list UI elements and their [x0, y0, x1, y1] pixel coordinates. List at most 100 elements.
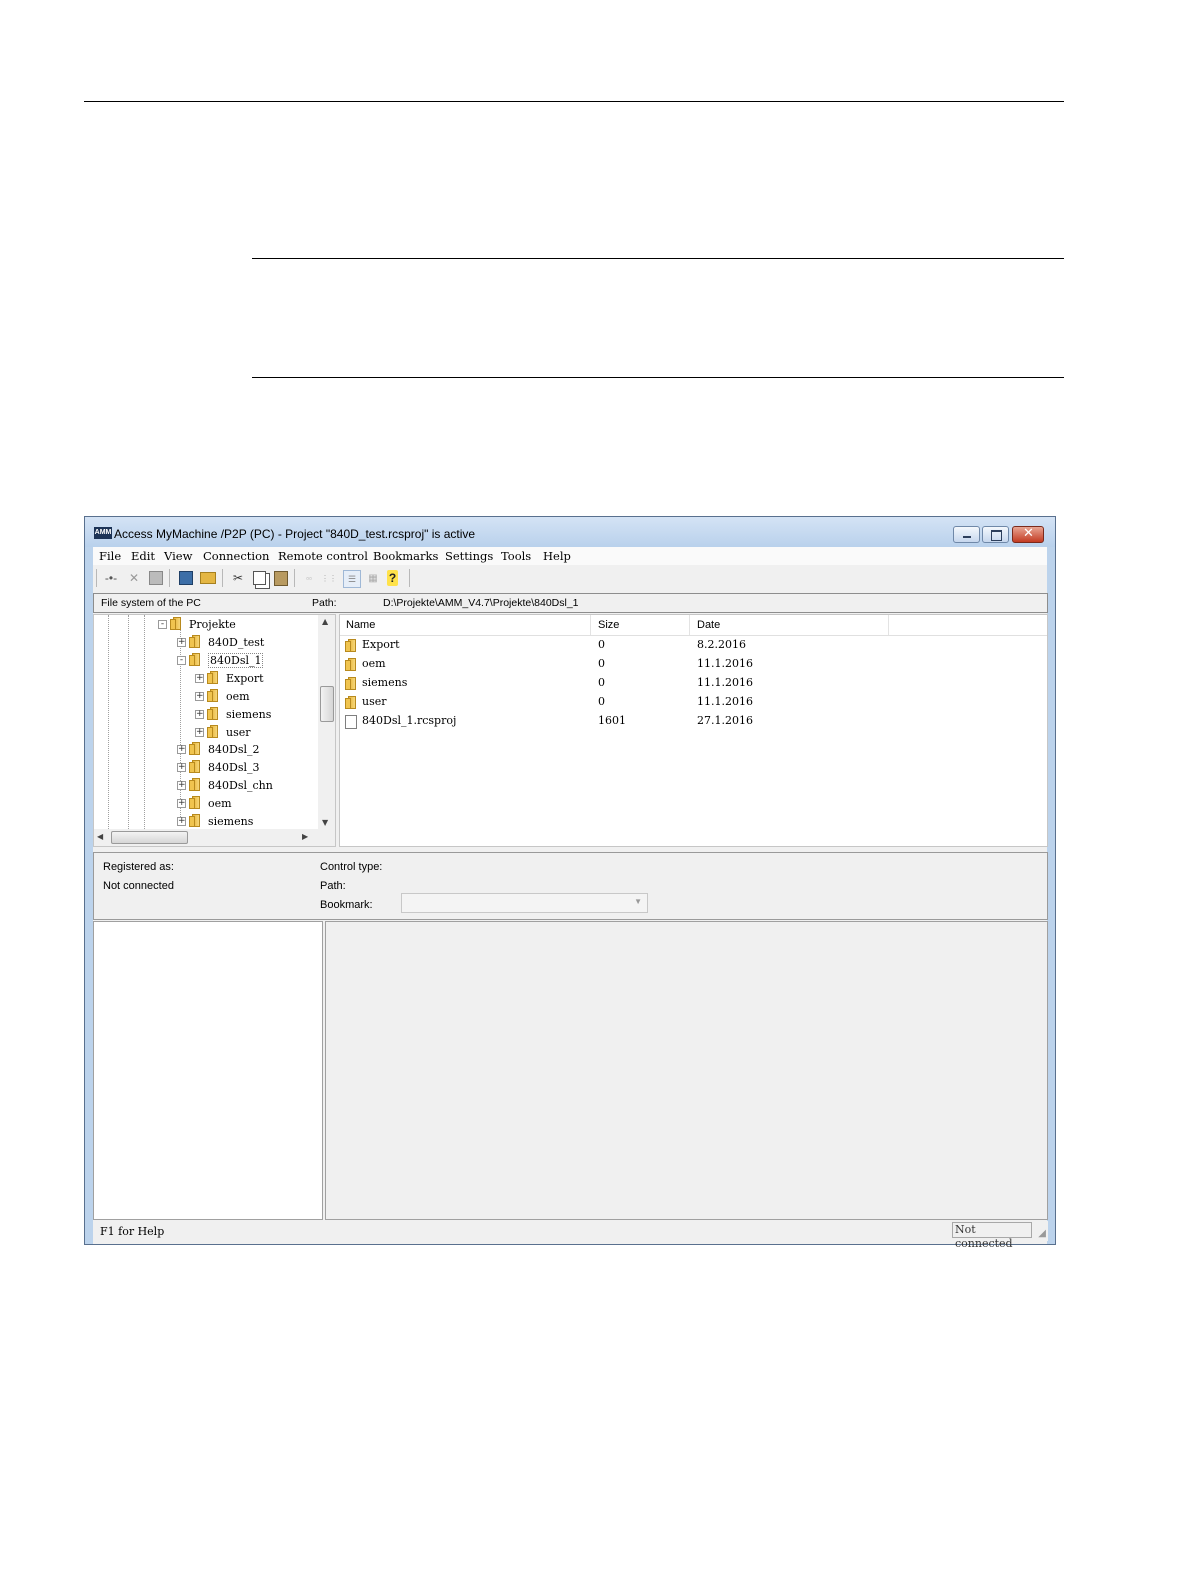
properties-icon[interactable] — [178, 570, 194, 586]
column-divider[interactable] — [689, 615, 690, 635]
collapse-icon[interactable]: - — [177, 655, 186, 665]
tree-guides — [108, 615, 169, 831]
menu-connection[interactable]: Connection — [203, 549, 269, 563]
menu-help[interactable]: Help — [543, 549, 571, 563]
title-bar[interactable]: AMM Access MyMachine /P2P (PC) - Project… — [85, 517, 1055, 547]
details-view-icon[interactable]: ▦ — [365, 570, 381, 586]
bookmark-select[interactable]: ▼ — [401, 893, 648, 913]
save-icon[interactable] — [148, 570, 164, 586]
scroll-down-icon[interactable]: ▼ — [322, 818, 328, 827]
tree-item-oem-root[interactable]: + oem — [177, 795, 232, 811]
disconnect-icon[interactable]: ✕ — [126, 570, 142, 586]
scroll-left-icon[interactable]: ◀ — [97, 832, 103, 841]
list-view-icon[interactable]: ☰ — [343, 570, 361, 588]
list-item[interactable]: 840Dsl_1.rcsproj 1601 27.1.2016 — [345, 712, 1047, 731]
status-help-text: F1 for Help — [100, 1225, 165, 1238]
list-item[interactable]: user 0 11.1.2016 — [345, 693, 1047, 712]
menu-edit[interactable]: Edit — [131, 549, 155, 563]
column-divider[interactable] — [888, 615, 889, 635]
tree-item-oem[interactable]: + oem — [195, 688, 250, 704]
folder-icon — [345, 638, 359, 653]
tree-vertical-scrollbar[interactable]: ▲ ▼ — [318, 615, 335, 829]
list-item[interactable]: Export 0 8.2.2016 — [345, 636, 1047, 655]
tree-item-840dsl-3[interactable]: +840Dsl_3 — [177, 759, 259, 775]
tree-item-840dsl-chn[interactable]: +840Dsl_chn — [177, 777, 273, 793]
expand-icon[interactable]: + — [177, 744, 186, 754]
menu-file[interactable]: File — [99, 549, 121, 563]
folder-icon — [170, 617, 184, 631]
list-item[interactable]: siemens 0 11.1.2016 — [345, 674, 1047, 693]
scroll-thumb[interactable] — [111, 831, 188, 844]
menu-view[interactable]: View — [164, 549, 192, 563]
tree-item-siemens[interactable]: + siemens — [195, 706, 271, 722]
status-connection: Not connected — [952, 1222, 1032, 1250]
window-title: Access MyMachine /P2P (PC) - Project "84… — [114, 527, 476, 541]
folder-tree[interactable]: - Projekte +840D_test - 840Dsl_1 + Export +… — [93, 614, 336, 847]
control-type-label: Control type: — [320, 861, 383, 873]
expand-icon[interactable]: + — [177, 780, 186, 790]
large-icons-icon[interactable]: ▫▫ — [301, 570, 317, 586]
folder-icon — [189, 796, 203, 810]
toolbar-separator — [409, 569, 410, 587]
file-list[interactable]: Name Size Date Export 0 8.2.2016 oem 0 1… — [339, 614, 1048, 847]
tree-item-840d-test[interactable]: +840D_test — [177, 634, 264, 650]
scroll-right-icon[interactable]: ▶ — [302, 832, 308, 841]
expand-icon[interactable]: + — [177, 637, 186, 647]
cut-icon[interactable]: ✂ — [230, 570, 246, 586]
registered-as-value: Not connected — [103, 880, 174, 892]
menu-bookmarks[interactable]: Bookmarks — [373, 549, 438, 563]
expand-icon[interactable]: + — [177, 762, 186, 772]
column-name[interactable]: Name — [346, 619, 375, 631]
page-rule-top — [84, 101, 1064, 102]
expand-icon[interactable]: + — [177, 816, 186, 826]
small-icons-icon[interactable]: ⋮⋮ — [321, 570, 337, 586]
bottom-left-pane[interactable] — [93, 921, 323, 1220]
item-date: 8.2.2016 — [697, 638, 746, 651]
expand-icon[interactable]: + — [195, 691, 204, 701]
expand-icon[interactable]: + — [177, 798, 186, 808]
tree-item-user[interactable]: + user — [195, 724, 251, 740]
column-date[interactable]: Date — [697, 619, 720, 631]
bottom-right-pane[interactable] — [325, 921, 1048, 1220]
menu-remote-control[interactable]: Remote control — [278, 549, 368, 563]
item-date: 11.1.2016 — [697, 695, 753, 708]
menu-settings[interactable]: Settings — [445, 549, 493, 563]
tree-item-label: siemens — [208, 814, 254, 828]
minimize-button[interactable] — [953, 526, 980, 543]
expand-icon[interactable]: + — [195, 673, 204, 683]
tree-item-label: 840Dsl_1 — [208, 652, 264, 668]
list-item[interactable]: oem 0 11.1.2016 — [345, 655, 1047, 674]
open-folder-icon[interactable] — [200, 570, 216, 586]
collapse-icon[interactable]: - — [158, 619, 167, 629]
paste-icon[interactable] — [273, 570, 289, 586]
column-size[interactable]: Size — [598, 619, 619, 631]
resize-grip-icon[interactable]: ◢ — [1038, 1228, 1046, 1239]
tree-item-840dsl-1[interactable]: - 840Dsl_1 — [177, 652, 264, 668]
tree-item-840dsl-2[interactable]: +840Dsl_2 — [177, 741, 259, 757]
item-size: 0 — [598, 676, 605, 689]
connect-icon[interactable]: -•- — [103, 570, 119, 586]
menu-tools[interactable]: Tools — [501, 549, 531, 563]
close-button[interactable]: ✕ — [1012, 526, 1044, 543]
item-size: 1601 — [598, 714, 626, 727]
scroll-thumb[interactable] — [320, 686, 334, 722]
folder-icon — [189, 742, 203, 756]
expand-icon[interactable]: + — [195, 709, 204, 719]
column-divider[interactable] — [590, 615, 591, 635]
restore-button[interactable] — [982, 526, 1009, 543]
tree-item-projekte[interactable]: - Projekte — [158, 616, 236, 632]
help-icon[interactable]: ? — [387, 570, 398, 586]
info-path-label: Path: — [320, 880, 346, 892]
tree-item-siemens-root[interactable]: + siemens — [177, 813, 253, 829]
tree-item-export[interactable]: + Export — [195, 670, 264, 686]
expand-icon[interactable]: + — [195, 727, 204, 737]
scroll-up-icon[interactable]: ▲ — [322, 617, 328, 626]
copy-icon[interactable] — [251, 570, 267, 586]
restore-icon — [991, 530, 1002, 541]
tree-item-label: siemens — [226, 707, 272, 721]
folder-icon — [345, 695, 359, 710]
app-window: AMM Access MyMachine /P2P (PC) - Project… — [84, 516, 1056, 1250]
toolbar-separator — [169, 569, 170, 587]
status-bar: F1 for Help Not connected ◢ — [93, 1221, 1048, 1250]
tree-horizontal-scrollbar[interactable]: ◀ ▶ — [94, 829, 335, 846]
